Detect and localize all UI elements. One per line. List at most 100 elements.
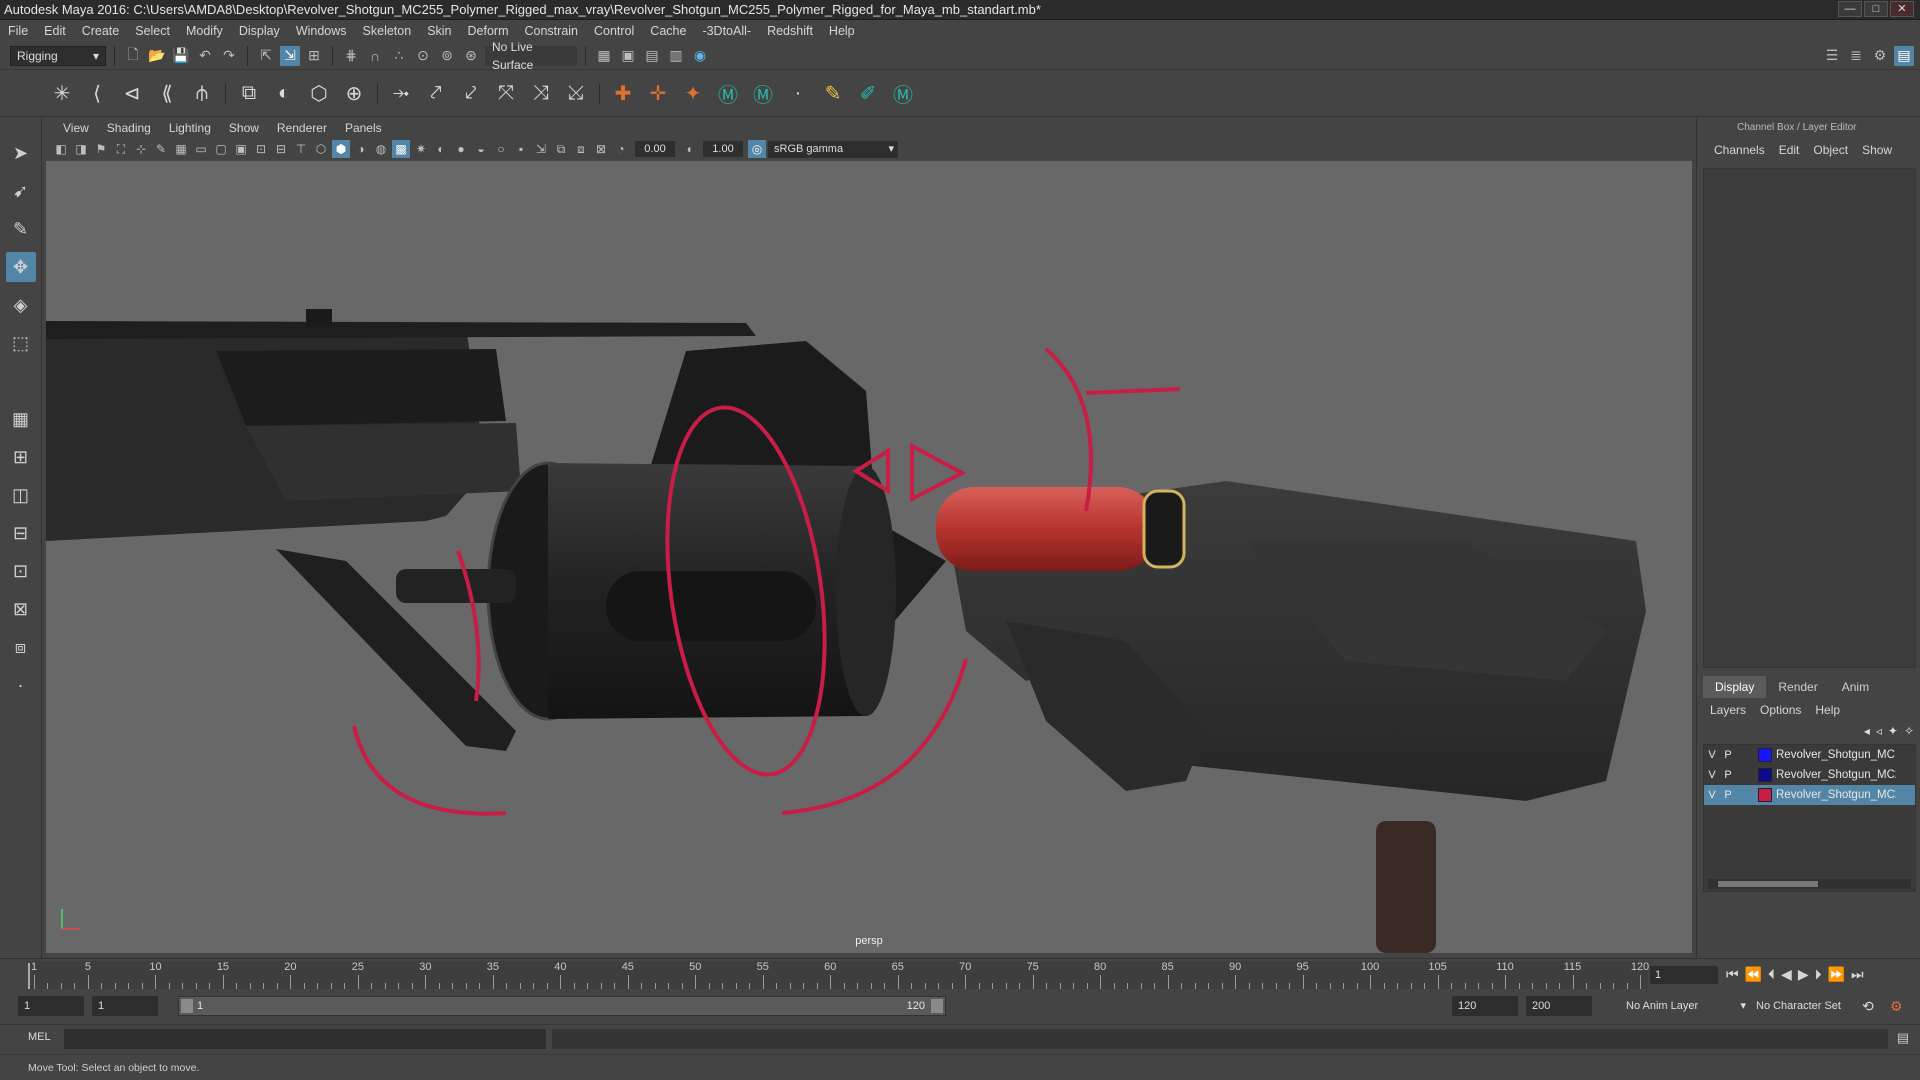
more-layouts-icon[interactable]: · [6,670,36,700]
animation-end-field[interactable]: 200 [1526,996,1592,1016]
smooth-shade-icon[interactable]: ⬢ [332,140,350,158]
channel-box-area[interactable] [1703,168,1916,668]
minimize-button[interactable]: — [1838,1,1862,17]
camera-attributes-icon[interactable]: ◨ [72,140,90,158]
pole-vector-icon[interactable]: ⤩ [560,78,592,110]
layer-row[interactable]: V P Revolver_Shotgun_MC2 [1704,765,1915,785]
joint-tool-icon[interactable]: ✳ [46,78,78,110]
xray-joints-icon[interactable]: ⧈ [572,140,590,158]
menu-constrain[interactable]: Constrain [517,24,587,38]
select-object-icon[interactable]: ⇲ [280,45,300,66]
tool-settings-icon[interactable]: ⚙ [1870,46,1890,66]
maximize-button[interactable]: □ [1864,1,1888,17]
live-surface-field[interactable]: No Live Surface [485,40,577,72]
menu-create[interactable]: Create [74,24,128,38]
select-tool-icon[interactable]: ➤ [6,138,36,168]
point-constraint-icon[interactable]: ⤤ [420,78,452,110]
blank-shelf-icon[interactable]: · [782,78,814,110]
go-to-end-icon[interactable]: ⏭ [1851,966,1864,983]
menu-redshift[interactable]: Redshift [759,24,821,38]
panel-menu-renderer[interactable]: Renderer [268,121,336,135]
grid-toggle-icon[interactable]: ▦ [172,140,190,158]
wire-icon[interactable]: ⊕ [338,78,370,110]
menu-help[interactable]: Help [821,24,863,38]
current-time-indicator[interactable] [28,963,30,989]
maya-logo-alt-icon[interactable]: Ⓜ [747,78,779,110]
snap-point-icon[interactable]: ∴ [389,46,409,66]
rotate-tool-icon[interactable]: ◈ [6,290,36,320]
layers-menu[interactable]: Layers [1703,703,1753,717]
bookmark-icon[interactable]: ⚑ [92,140,110,158]
preferences-icon[interactable]: ⚙ [1890,996,1903,1016]
layer-color-swatch[interactable] [1758,768,1772,782]
redo-icon[interactable]: ↷ [219,46,239,66]
resolution-gate-icon[interactable]: ▢ [212,140,230,158]
single-perspective-layout-icon[interactable]: ▦ [6,404,36,434]
range-end-handle[interactable] [931,999,943,1013]
isolate-select-icon[interactable]: ⇲ [532,140,550,158]
step-forward-frame-icon[interactable]: ⏩ [1828,966,1845,983]
tab-display[interactable]: Display [1703,676,1767,698]
tab-render[interactable]: Render [1766,676,1829,698]
menuset-dropdown[interactable]: Rigging ▾ [10,45,106,66]
close-button[interactable]: ✕ [1890,1,1914,17]
maya-logo-icon[interactable]: Ⓜ [712,78,744,110]
parent-constraint-icon[interactable]: ⤞ [385,78,417,110]
layer-playback-toggle[interactable]: P [1720,749,1736,761]
move-tool-icon[interactable]: ✥ [5,252,36,282]
channels-menu[interactable]: Channels [1707,143,1772,157]
render-frame-icon[interactable]: ▣ [618,46,638,66]
2d-pan-zoom-icon[interactable]: ⊹ [132,140,150,158]
channel-box-icon[interactable]: ▤ [1894,45,1914,66]
scale-tool-icon[interactable]: ⬚ [6,328,36,358]
step-back-key-icon[interactable]: ⏴ [1768,966,1775,983]
layer-visibility-toggle[interactable]: V [1704,789,1720,801]
maya-help-icon[interactable]: Ⓜ [887,78,919,110]
menu-file[interactable]: File [0,24,36,38]
menu-display[interactable]: Display [231,24,288,38]
xray-icon[interactable]: ⧉ [552,140,570,158]
gamma-field[interactable]: 1.00 [703,141,743,157]
playback-end-field[interactable]: 120 [1452,996,1518,1016]
save-scene-icon[interactable]: 💾 [171,46,191,66]
new-empty-layer-icon[interactable]: ✦ [1888,724,1898,738]
attribute-editor-icon[interactable]: ≣ [1846,46,1866,66]
snap-surface-icon[interactable]: ⊚ [437,46,457,66]
menu-windows[interactable]: Windows [288,24,355,38]
screen-space-ao-icon[interactable]: ● [452,140,470,158]
show-menu[interactable]: Show [1855,143,1899,157]
view-transform-dropdown[interactable]: sRGB gamma [768,140,898,158]
snap-curve-icon[interactable]: ∩ [365,46,385,66]
current-frame-field[interactable]: 1 [1650,966,1718,984]
menu-control[interactable]: Control [586,24,642,38]
menu-select[interactable]: Select [127,24,178,38]
render-settings-icon[interactable]: ▦ [594,46,614,66]
perspective-viewport[interactable]: persp [46,161,1692,953]
safe-action-icon[interactable]: ⊟ [272,140,290,158]
paint-select-icon[interactable]: ✎ [6,214,36,244]
panel-menu-show[interactable]: Show [220,121,268,135]
undo-icon[interactable]: ↶ [195,46,215,66]
skin-bind-icon[interactable]: ✦ [677,78,709,110]
menu-skin[interactable]: Skin [419,24,459,38]
help-menu[interactable]: Help [1808,703,1847,717]
panel-menu-shading[interactable]: Shading [98,121,160,135]
depth-of-field-icon[interactable]: ▪ [512,140,530,158]
time-slider-track[interactable]: 1 5 10 15 20 25 30 35 40 45 50 55 60 65 70 75 80 85 90 95 10… [28,961,1649,989]
mirror-joint-icon[interactable]: ⊲ [116,78,148,110]
range-start-handle[interactable] [181,999,193,1013]
wrap-icon[interactable]: ⬡ [303,78,335,110]
move-layer-up-icon[interactable]: ◂ [1864,724,1870,738]
paint-weights-icon[interactable]: ✎ [817,78,849,110]
new-scene-icon[interactable]: 🗋 [123,46,143,66]
object-menu[interactable]: Object [1806,143,1855,157]
command-input[interactable] [64,1029,546,1049]
playback-start-field[interactable]: 1 [92,996,158,1016]
wireframe-on-shaded-icon[interactable]: ◍ [372,140,390,158]
snap-view-icon[interactable]: ⊙ [413,46,433,66]
lasso-tool-icon[interactable]: ➹ [6,176,36,206]
menu-edit[interactable]: Edit [36,24,74,38]
layer-visibility-toggle[interactable]: V [1704,769,1720,781]
shadows-icon[interactable]: ◐ [432,140,450,158]
hypershade-layout-icon[interactable]: ⊡ [6,556,36,586]
